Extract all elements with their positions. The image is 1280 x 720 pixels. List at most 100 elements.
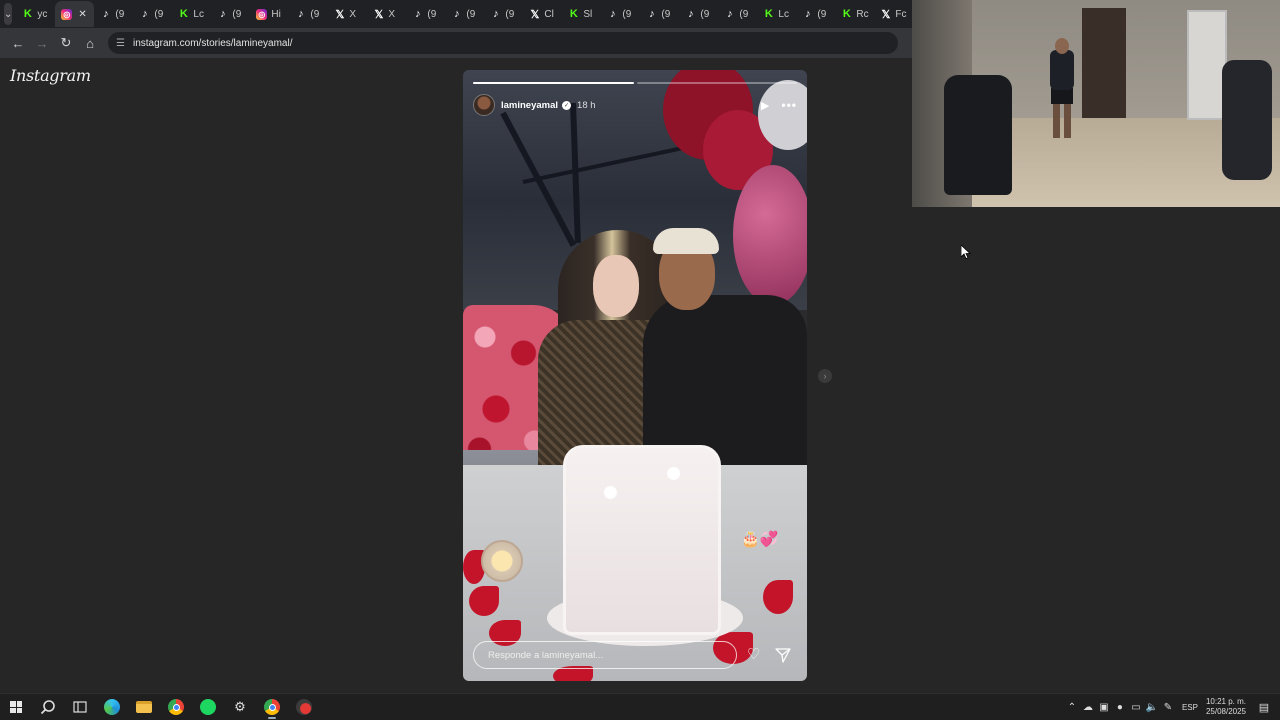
tiktok-icon: ♪: [220, 8, 226, 20]
browser-tab[interactable]: ◎ Hi: [250, 1, 289, 27]
reload-icon[interactable]: ↻: [54, 31, 78, 55]
tiktok-icon: ♪: [610, 8, 616, 20]
browser-tab[interactable]: K Sl: [562, 1, 601, 27]
tab-label: (9: [115, 8, 125, 20]
tab-label: (9: [817, 8, 827, 20]
chrome-profile-icon[interactable]: [256, 694, 288, 720]
more-options-icon[interactable]: •••: [781, 98, 797, 112]
pen-icon[interactable]: ✎: [1160, 702, 1176, 713]
browser-tab[interactable]: ♪ (9: [640, 1, 679, 27]
tab-label: (9: [310, 8, 320, 20]
story-photo: [463, 70, 807, 681]
search-icon[interactable]: [32, 694, 64, 720]
heart-icon[interactable]: ♡: [747, 647, 760, 662]
instagram-icon: ◎: [256, 8, 268, 20]
emoji-sticker: 🎂💞: [741, 531, 779, 548]
notifications-icon[interactable]: ▤: [1254, 701, 1274, 714]
forward-arrow-icon[interactable]: →: [30, 31, 54, 55]
story-header: lamineyamal ✓ 18 h ▶ •••: [473, 94, 797, 116]
onedrive-cloud-icon[interactable]: ☁: [1080, 702, 1096, 713]
x-icon: 𝕏: [335, 8, 345, 21]
browser-tab[interactable]: K Lc: [172, 1, 211, 27]
progress-segment: [636, 82, 797, 84]
browser-tab[interactable]: K Lc: [757, 1, 796, 27]
task-view-icon[interactable]: [64, 694, 96, 720]
home-icon[interactable]: ⌂: [78, 31, 102, 55]
browser-tab[interactable]: 𝕏 Cl: [523, 1, 562, 27]
settings-gear-icon[interactable]: ⚙: [224, 694, 256, 720]
chevron-up-icon[interactable]: ⌃: [1064, 702, 1080, 713]
browser-tab[interactable]: ♪ (9: [406, 1, 445, 27]
reply-input[interactable]: Responde a lamineyamal...: [473, 641, 737, 669]
tab-label: (9: [700, 8, 710, 20]
back-arrow-icon[interactable]: ←: [6, 31, 30, 55]
story-username[interactable]: lamineyamal: [501, 100, 558, 111]
clock-date: 25/08/2025: [1205, 707, 1246, 716]
tab-label: Hi: [271, 8, 281, 20]
browser-tab[interactable]: ♪ (9: [484, 1, 523, 27]
start-windows-icon[interactable]: [0, 694, 32, 720]
volume-icon[interactable]: 🔈: [1144, 702, 1160, 713]
url-text: instagram.com/stories/lamineyamal/: [132, 37, 293, 49]
tab-label: (9: [505, 8, 515, 20]
spotify-icon[interactable]: [192, 694, 224, 720]
instagram-logo[interactable]: Instagram: [10, 66, 91, 85]
address-bar[interactable]: ☰ instagram.com/stories/lamineyamal/: [108, 32, 898, 54]
send-icon[interactable]: [775, 647, 791, 663]
tiktok-icon: ♪: [649, 8, 655, 20]
progress-segment: [473, 82, 634, 84]
close-tab-icon[interactable]: ✕: [78, 9, 86, 20]
tab-list: Kyc ◎ ✕ ♪ (9 ♪ (9 K Lc ♪ (9 ◎ Hi ♪ (9 𝕏 X 𝕏 X ♪ (9 ♪ (9 ♪ (9 𝕏 Cl K…: [16, 1, 912, 27]
site-info-icon[interactable]: ☰: [116, 38, 125, 49]
tab-label: X: [349, 8, 357, 20]
browser-tab[interactable]: ♪ (9: [289, 1, 328, 27]
tiktok-icon: ♪: [454, 8, 460, 20]
browser-tab[interactable]: ♪ (9: [133, 1, 172, 27]
tiktok-icon: ♪: [688, 8, 694, 20]
browser-tab[interactable]: 𝕏 Fc: [874, 1, 912, 27]
clock[interactable]: 10:21 p. m. 25/08/2025: [1206, 697, 1246, 717]
x-icon: 𝕏: [530, 8, 540, 21]
browser-tab[interactable]: ♪ (9: [601, 1, 640, 27]
tab-label: Sl: [583, 8, 593, 20]
app-red-icon[interactable]: [288, 694, 320, 720]
microphone-icon[interactable]: ●: [1112, 702, 1128, 713]
tiktok-icon: ♪: [142, 8, 148, 20]
browser-tab[interactable]: ♪ (9: [679, 1, 718, 27]
browser-tab[interactable]: ♪ (9: [445, 1, 484, 27]
edge-icon[interactable]: [96, 694, 128, 720]
x-icon: 𝕏: [374, 8, 384, 21]
story-timestamp: 18 h: [577, 99, 596, 111]
kick-icon: K: [23, 8, 32, 20]
network-icon[interactable]: ▭: [1128, 702, 1144, 713]
tab-label: yc: [37, 8, 48, 20]
tab-label: (9: [232, 8, 242, 20]
chrome-icon[interactable]: [160, 694, 192, 720]
avatar[interactable]: [473, 94, 495, 116]
browser-tab[interactable]: ♪ (9: [718, 1, 757, 27]
windows-taskbar: ⚙ ⌃ ☁ ▣ ● ▭ 🔈 ✎ ESP 10:21 p. m. 25/08/20…: [0, 693, 1280, 720]
browser-tab[interactable]: ♪ (9: [94, 1, 133, 27]
browser-tab[interactable]: ◎ ✕: [55, 1, 95, 27]
tiktok-icon: ♪: [415, 8, 421, 20]
language-indicator[interactable]: ESP: [1182, 703, 1198, 712]
system-tray: ⌃ ☁ ▣ ● ▭ 🔈 ✎ ESP 10:21 p. m. 25/08/2025…: [1064, 694, 1280, 720]
browser-tab[interactable]: K Rc: [835, 1, 874, 27]
story-viewer[interactable]: lamineyamal ✓ 18 h ▶ ••• 🎂💞 Responde a l…: [463, 70, 807, 681]
browser-tab[interactable]: 𝕏X: [328, 1, 367, 27]
browser-tab[interactable]: ♪ (9: [796, 1, 835, 27]
tab-search-chevron-icon[interactable]: ⌄: [4, 3, 13, 25]
instagram-icon: ◎: [61, 8, 73, 20]
tiktok-icon: ♪: [727, 8, 733, 20]
browser-tab[interactable]: Kyc: [16, 1, 55, 27]
browser-tab[interactable]: 𝕏X: [367, 1, 406, 27]
tab-label: Fc: [895, 8, 907, 20]
usb-device-icon[interactable]: ▣: [1096, 702, 1112, 713]
play-icon[interactable]: ▶: [761, 99, 769, 112]
file-explorer-icon[interactable]: [128, 694, 160, 720]
browser-tab-strip: ⌄ Kyc ◎ ✕ ♪ (9 ♪ (9 K Lc ♪ (9 ◎ Hi ♪ (9 𝕏 X 𝕏 X ♪ (9 ♪ (9 ♪ (9 𝕏 C…: [0, 0, 912, 28]
tiktok-icon: ♪: [103, 8, 109, 20]
next-story-chevron-icon[interactable]: ›: [818, 369, 832, 383]
tab-label: (9: [466, 8, 476, 20]
browser-tab[interactable]: ♪ (9: [211, 1, 250, 27]
